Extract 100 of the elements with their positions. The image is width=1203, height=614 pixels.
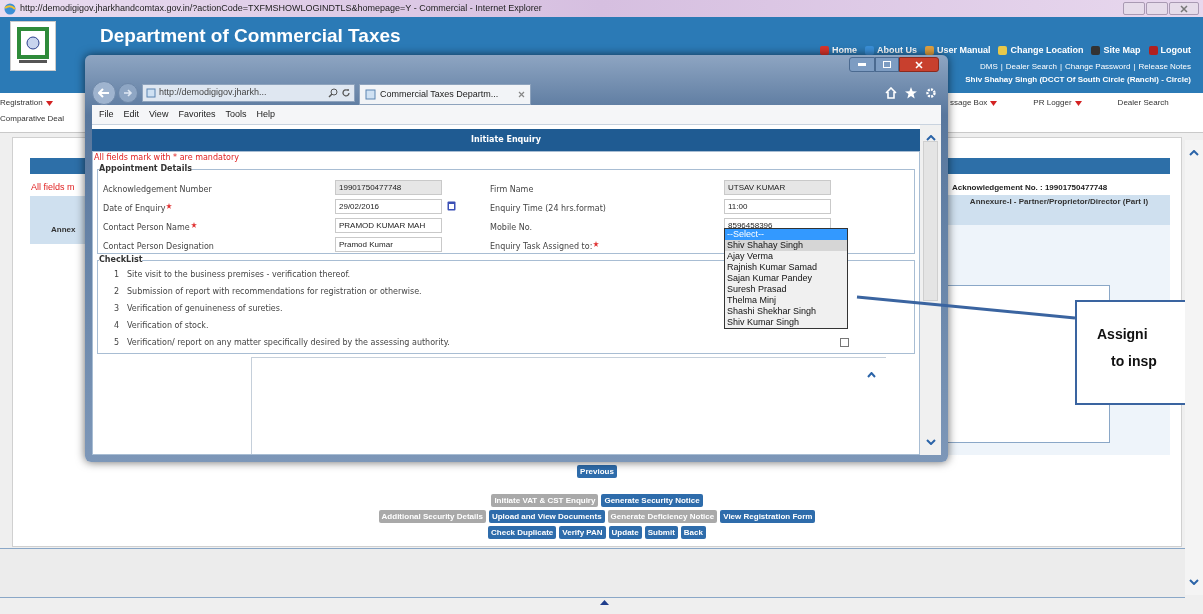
dropdown-option[interactable]: Sajan Kumar Pandey xyxy=(725,272,847,284)
required-asterisk-icon xyxy=(593,240,600,247)
item-number: 5 xyxy=(112,336,120,349)
browser-tab[interactable]: Commercial Taxes Departm... xyxy=(359,84,531,105)
dropdown-list[interactable]: --Select-- Shiv Shahay Singh Ajay Verma Rajnish Kumar Samad Sajan Kumar Pandey Suresh Prasad Thelma Minj Shashi Shekhar Singh Shiv Kumar Singh xyxy=(724,227,848,329)
action-button[interactable]: View Registration Form xyxy=(720,510,816,523)
header-quick-link[interactable]: Change Password xyxy=(1065,61,1131,73)
dropdown-option[interactable]: Suresh Prasad xyxy=(725,283,847,295)
dropdown-option[interactable]: Ajay Verma xyxy=(725,250,847,262)
close-button[interactable] xyxy=(899,57,939,72)
link-separator: | xyxy=(1000,61,1003,73)
text-field[interactable]: PRAMOD KUMAR MAH xyxy=(335,217,442,233)
header-quick-link[interactable]: Release Notes xyxy=(1138,61,1191,73)
text-field[interactable]: 19901750477748 xyxy=(335,179,442,195)
field-label: Enquiry Time (24 hrs.format) xyxy=(490,204,606,213)
close-button[interactable] xyxy=(1169,2,1199,15)
field-label: Acknowledgement Number xyxy=(103,185,212,194)
mandatory-note: All fields mark with * are mandatory xyxy=(93,152,240,163)
annexure-title: Annexure-I - Partner/Proprietor/Director (Part I) xyxy=(948,195,1170,225)
menu-item[interactable]: ssage Box xyxy=(950,97,998,109)
close-icon xyxy=(1180,4,1188,13)
header-nav-link[interactable]: About Us xyxy=(864,44,917,58)
scroll-up-icon[interactable] xyxy=(867,372,876,378)
action-button[interactable]: Upload and View Documents xyxy=(488,510,605,523)
logged-in-user: Shiv Shahay Singh (DCCT Of South Circle (Ranchi) - Circle) xyxy=(965,74,1191,86)
action-button[interactable]: Verify PAN xyxy=(559,526,606,539)
caret-icon xyxy=(990,100,998,106)
close-tab-icon[interactable] xyxy=(518,91,525,98)
field-label: Mobile No. xyxy=(490,223,533,232)
forward-arrow-icon xyxy=(123,88,133,97)
header-nav-link[interactable]: User Manual xyxy=(924,44,991,58)
required-asterisk-icon xyxy=(190,221,197,228)
callout-text: Assigni xyxy=(1097,325,1149,344)
caret-icon xyxy=(45,100,53,106)
header-nav-link[interactable]: Site Map xyxy=(1091,44,1141,58)
menu-item[interactable]: PR Logger xyxy=(1033,97,1082,109)
refresh-icon[interactable] xyxy=(341,87,351,98)
scroll-up-icon[interactable] xyxy=(925,135,936,141)
tab-title: Commercial Taxes Departm... xyxy=(380,87,499,101)
maximize-button[interactable] xyxy=(875,57,899,72)
settings-icon[interactable] xyxy=(925,86,937,99)
form-header: Initiate Enquiry xyxy=(92,129,920,151)
site-title: Department of Commercial Taxes xyxy=(100,24,401,48)
minimize-button[interactable] xyxy=(849,57,875,72)
header-nav-link[interactable]: Home xyxy=(819,44,857,58)
text-field[interactable]: Pramod Kumar xyxy=(335,236,442,252)
popup-menu-item[interactable]: Favorites xyxy=(178,107,216,122)
action-button[interactable]: Generate Security Notice xyxy=(601,494,703,507)
text-field[interactable]: 11:00 xyxy=(724,198,831,214)
search-icon[interactable] xyxy=(328,87,338,98)
dropdown-option[interactable]: Shiv Shahay Singh xyxy=(725,239,847,251)
scroll-down-icon[interactable] xyxy=(1189,579,1199,585)
group-legend: CheckList xyxy=(99,254,143,266)
scroll-down-icon[interactable] xyxy=(925,439,936,445)
dropdown-option[interactable]: Rajnish Kumar Samad xyxy=(725,261,847,273)
dropdown-option[interactable]: Shiv Kumar Singh xyxy=(725,316,847,328)
minimize-icon xyxy=(858,63,866,66)
address-bar[interactable]: http://demodigigov.jharkh... xyxy=(142,83,355,102)
text-field[interactable]: 29/02/2016 xyxy=(335,198,442,214)
item-number: 3 xyxy=(112,302,120,315)
scrollbar-thumb[interactable] xyxy=(923,141,938,301)
checklist-text: Site visit to the business premises - verification thereof. xyxy=(127,268,351,281)
dropdown-option[interactable]: Shashi Shekhar Singh xyxy=(725,305,847,317)
field-label: Date of Enquiry xyxy=(103,204,173,213)
popup-menu-item[interactable]: Edit xyxy=(123,107,140,122)
star-icon[interactable] xyxy=(905,86,917,99)
popup-menu-item[interactable]: Help xyxy=(256,107,275,122)
page-scrollbar[interactable] xyxy=(1185,140,1203,595)
back-arrow-icon xyxy=(98,87,110,98)
menu-item[interactable]: Registration xyxy=(0,97,53,109)
field-label: Firm Name xyxy=(490,185,534,194)
back-button[interactable] xyxy=(92,80,116,105)
expand-up-icon[interactable] xyxy=(600,600,609,605)
annex-tab[interactable]: Annex xyxy=(30,196,86,244)
popup-menu-item[interactable]: View xyxy=(149,107,169,122)
address-text: http://demodigigov.jharkh... xyxy=(159,85,267,99)
popup-menu-item[interactable]: File xyxy=(99,107,114,122)
action-button[interactable]: Check Duplicate xyxy=(488,526,557,539)
action-button[interactable]: Update xyxy=(608,526,642,539)
home-icon[interactable] xyxy=(885,86,897,99)
forward-button[interactable] xyxy=(118,82,138,103)
action-button[interactable]: Previous xyxy=(577,465,617,478)
header-nav-link[interactable]: Change Location xyxy=(998,44,1084,58)
calendar-icon[interactable] xyxy=(447,201,456,211)
required-asterisk-icon xyxy=(166,202,173,209)
header-quick-link[interactable]: DMS xyxy=(980,61,998,73)
caret-icon xyxy=(1074,100,1082,106)
checkbox[interactable] xyxy=(840,338,849,347)
header-quick-link[interactable]: Dealer Search xyxy=(1005,61,1057,73)
menu-item[interactable]: Comparative Deal xyxy=(0,113,65,125)
action-button[interactable]: Submit xyxy=(644,526,678,539)
text-field[interactable]: UTSAV KUMAR xyxy=(724,179,831,195)
action-button[interactable]: Back xyxy=(680,526,706,539)
header-nav-link[interactable]: Logout xyxy=(1148,44,1191,58)
popup-scrollbar[interactable] xyxy=(920,125,941,455)
scroll-up-icon[interactable] xyxy=(1189,150,1199,156)
checklist-text: Verification of genuineness of sureties. xyxy=(127,302,283,315)
dropdown-option[interactable]: Thelma Minj xyxy=(725,294,847,306)
popup-menu-item[interactable]: Tools xyxy=(225,107,247,122)
menu-item[interactable]: Dealer Search xyxy=(1117,97,1169,109)
